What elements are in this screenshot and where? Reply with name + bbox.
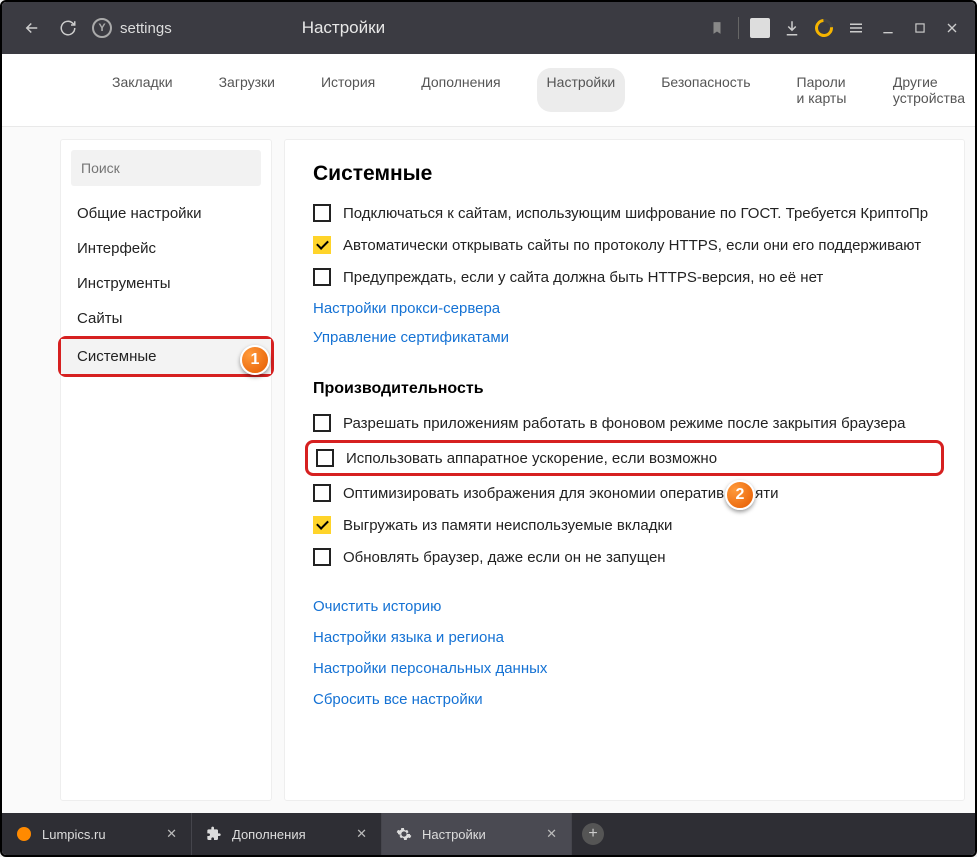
opt-label: Подключаться к сайтам, использующим шифр… xyxy=(343,205,928,222)
navtab-downloads[interactable]: Загрузки xyxy=(209,68,285,112)
minimize-button[interactable] xyxy=(877,17,899,39)
maximize-button[interactable] xyxy=(909,17,931,39)
opt-label: Автоматически открывать сайты по протоко… xyxy=(343,237,921,254)
close-icon[interactable]: ✕ xyxy=(356,826,367,842)
opt-https-warn[interactable]: Предупреждать, если у сайта должна быть … xyxy=(313,268,936,286)
tabstrip: Lumpics.ru ✕ Дополнения ✕ Настройки ✕ + xyxy=(2,813,975,855)
search-input[interactable] xyxy=(71,150,261,186)
opt-unload-tabs[interactable]: Выгружать из памяти неиспользуемые вклад… xyxy=(313,516,936,534)
favicon-icon xyxy=(16,826,32,842)
annotation-badge-2: 2 xyxy=(725,480,755,510)
navtab-security[interactable]: Безопасность xyxy=(651,68,760,112)
link-clear-history[interactable]: Очистить историю xyxy=(313,598,936,615)
close-button[interactable] xyxy=(941,17,963,39)
gear-icon xyxy=(396,826,412,842)
settings-content: Системные Подключаться к сайтам, использ… xyxy=(284,139,965,801)
annotation-badge-1: 1 xyxy=(240,345,270,375)
link-certs[interactable]: Управление сертификатами xyxy=(313,329,936,346)
section-title-performance: Производительность xyxy=(313,380,936,398)
settings-navtabs: Закладки Загрузки История Дополнения Нас… xyxy=(2,54,975,127)
address-label: settings xyxy=(120,20,172,37)
settings-sidebar: Общие настройки Интерфейс Инструменты Са… xyxy=(60,139,272,801)
opt-label: Обновлять браузер, даже если он не запущ… xyxy=(343,549,666,566)
opt-label: Использовать аппаратное ускорение, если … xyxy=(346,450,717,467)
checkbox-icon[interactable] xyxy=(313,516,331,534)
link-reset[interactable]: Сбросить все настройки xyxy=(313,691,936,708)
sidebar-item-sites[interactable]: Сайты xyxy=(61,301,271,336)
checkbox-icon[interactable] xyxy=(316,449,334,467)
tab-lumpics[interactable]: Lumpics.ru ✕ xyxy=(2,813,192,855)
page-title: Настройки xyxy=(302,18,385,38)
opt-optimize-images[interactable]: Оптимизировать изображения для экономии … xyxy=(313,484,936,502)
checkbox-icon[interactable] xyxy=(313,484,331,502)
navtab-bookmarks[interactable]: Закладки xyxy=(102,68,183,112)
back-button[interactable] xyxy=(14,10,50,46)
opt-label: Выгружать из памяти неиспользуемые вклад… xyxy=(343,517,672,534)
sidebar-item-interface[interactable]: Интерфейс xyxy=(61,231,271,266)
download-icon[interactable] xyxy=(781,17,803,39)
checkbox-icon[interactable] xyxy=(313,236,331,254)
tab-label: Lumpics.ru xyxy=(42,827,106,842)
link-language[interactable]: Настройки языка и региона xyxy=(313,629,936,646)
checkbox-icon[interactable] xyxy=(313,268,331,286)
checkbox-icon[interactable] xyxy=(313,548,331,566)
navtab-passwords[interactable]: Пароли и карты xyxy=(787,68,857,112)
checkbox-icon[interactable] xyxy=(313,414,331,432)
section-title-system: Системные xyxy=(313,162,936,186)
reload-button[interactable] xyxy=(50,10,86,46)
avatar-icon[interactable] xyxy=(749,17,771,39)
opt-background-apps[interactable]: Разрешать приложениям работать в фоновом… xyxy=(313,414,936,432)
close-icon[interactable]: ✕ xyxy=(166,826,177,842)
sidebar-item-tools[interactable]: Инструменты xyxy=(61,266,271,301)
link-personal-data[interactable]: Настройки персональных данных xyxy=(313,660,936,677)
address-bar[interactable]: Y settings xyxy=(92,18,172,38)
tab-label: Настройки xyxy=(422,827,486,842)
tab-settings[interactable]: Настройки ✕ xyxy=(382,813,572,855)
link-proxy[interactable]: Настройки прокси-сервера xyxy=(313,300,936,317)
opt-label: Оптимизировать изображения для экономии … xyxy=(343,485,778,502)
opt-update-browser[interactable]: Обновлять браузер, даже если он не запущ… xyxy=(313,548,936,566)
extensions-ring-icon[interactable] xyxy=(813,17,835,39)
navtab-history[interactable]: История xyxy=(311,68,385,112)
opt-label: Предупреждать, если у сайта должна быть … xyxy=(343,269,823,286)
navtab-addons[interactable]: Дополнения xyxy=(411,68,510,112)
tab-label: Дополнения xyxy=(232,827,306,842)
titlebar: Y settings Настройки xyxy=(2,2,975,54)
tab-addons[interactable]: Дополнения ✕ xyxy=(192,813,382,855)
close-icon[interactable]: ✕ xyxy=(546,826,557,842)
opt-https-auto[interactable]: Автоматически открывать сайты по протоко… xyxy=(313,236,936,254)
puzzle-icon xyxy=(206,826,222,842)
navtab-settings[interactable]: Настройки xyxy=(537,68,626,112)
opt-label: Разрешать приложениям работать в фоновом… xyxy=(343,415,905,432)
sidebar-item-general[interactable]: Общие настройки xyxy=(61,196,271,231)
new-tab-button[interactable]: + xyxy=(572,813,614,855)
opt-gost[interactable]: Подключаться к сайтам, использующим шифр… xyxy=(313,204,936,222)
yandex-icon: Y xyxy=(92,18,112,38)
opt-hw-accel[interactable]: Использовать аппаратное ускорение, если … xyxy=(316,449,933,467)
bookmark-icon[interactable] xyxy=(706,17,728,39)
navtab-devices[interactable]: Другие устройства xyxy=(883,68,975,112)
checkbox-icon[interactable] xyxy=(313,204,331,222)
menu-icon[interactable] xyxy=(845,17,867,39)
